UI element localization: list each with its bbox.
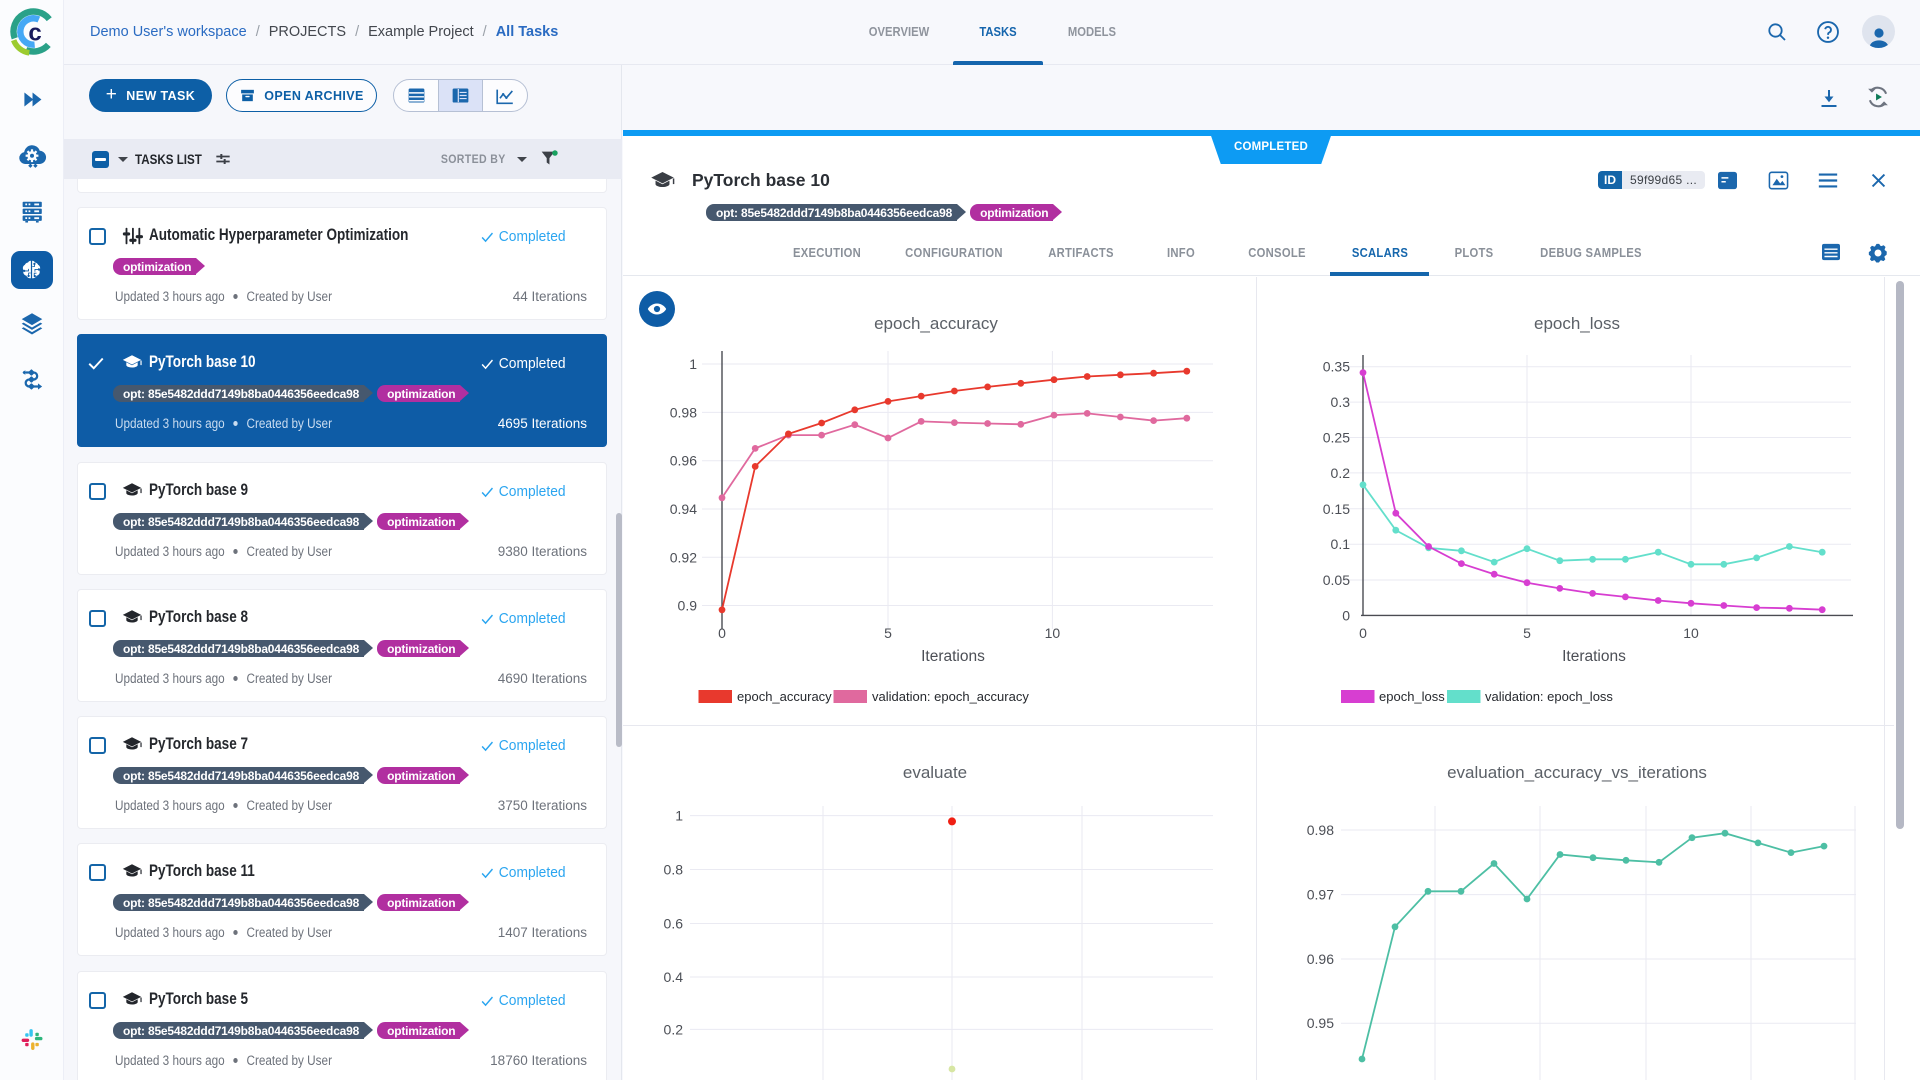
svg-text:0: 0 [1359, 625, 1367, 641]
svg-text:0.25: 0.25 [1323, 430, 1350, 446]
svg-text:0: 0 [1342, 607, 1350, 623]
svg-text:0.8: 0.8 [664, 862, 684, 878]
svg-text:0.95: 0.95 [1307, 1015, 1334, 1031]
svg-text:c: c [28, 20, 41, 47]
svg-text:1: 1 [689, 356, 697, 372]
svg-text:0.1: 0.1 [1331, 536, 1351, 552]
svg-text:epoch_loss: epoch_loss [1534, 314, 1620, 333]
svg-text:5: 5 [884, 625, 892, 641]
svg-text:validation: epoch_accuracy: validation: epoch_accuracy [872, 689, 1029, 704]
svg-text:0.92: 0.92 [670, 549, 697, 565]
svg-text:0.3: 0.3 [1331, 394, 1351, 410]
svg-text:0.4: 0.4 [664, 969, 684, 985]
svg-text:0.98: 0.98 [1307, 822, 1334, 838]
svg-text:10: 10 [1045, 625, 1061, 641]
svg-text:Iterations: Iterations [1562, 648, 1626, 665]
svg-text:epoch_accuracy: epoch_accuracy [737, 689, 832, 704]
svg-text:evaluate: evaluate [903, 763, 967, 782]
svg-text:validation: epoch_loss: validation: epoch_loss [1485, 689, 1613, 704]
svg-text:0: 0 [718, 625, 726, 641]
svg-text:0.15: 0.15 [1323, 501, 1350, 517]
svg-text:0.2: 0.2 [1331, 465, 1351, 481]
svg-text:0.9: 0.9 [678, 598, 698, 614]
svg-text:1: 1 [675, 808, 683, 824]
svg-text:0.96: 0.96 [1307, 951, 1334, 967]
svg-text:0.6: 0.6 [664, 916, 684, 932]
svg-text:Iterations: Iterations [921, 648, 985, 665]
svg-text:0.94: 0.94 [670, 501, 697, 517]
svg-text:0.2: 0.2 [664, 1021, 684, 1037]
svg-text:0.96: 0.96 [670, 453, 697, 469]
svg-text:evaluation_accuracy_vs_iterati: evaluation_accuracy_vs_iterations [1447, 763, 1707, 782]
svg-text:epoch_accuracy: epoch_accuracy [874, 314, 998, 333]
svg-text:5: 5 [1523, 625, 1531, 641]
svg-text:0.35: 0.35 [1323, 359, 1350, 375]
svg-text:epoch_loss: epoch_loss [1379, 689, 1445, 704]
svg-text:0.05: 0.05 [1323, 572, 1350, 588]
svg-text:0.98: 0.98 [670, 404, 697, 420]
svg-text:10: 10 [1683, 625, 1699, 641]
svg-text:0.97: 0.97 [1307, 887, 1334, 903]
